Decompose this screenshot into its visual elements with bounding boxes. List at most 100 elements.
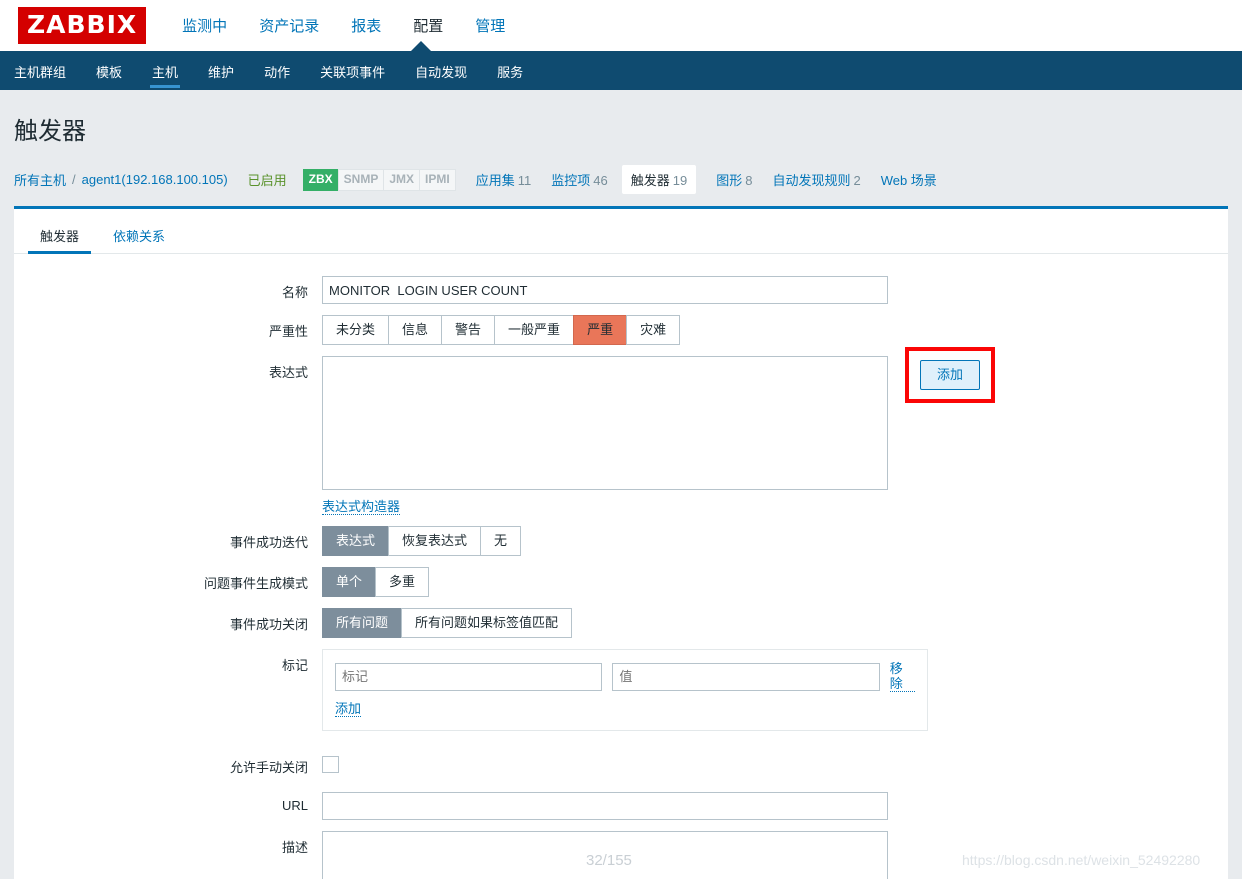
subnav-item-hosts[interactable]: 主机 <box>150 51 181 91</box>
url-input[interactable] <box>322 792 888 820</box>
problem-event-mode-option-single[interactable]: 单个 <box>322 567 376 597</box>
subnav-item-maintenance[interactable]: 维护 <box>206 51 236 91</box>
breadcrumb-separator: / <box>72 172 76 187</box>
tab-dependencies[interactable]: 依赖关系 <box>101 219 177 253</box>
interface-badge-ipmi: IPMI <box>419 168 456 191</box>
ok-event-option-recovery-expression[interactable]: 恢复表达式 <box>388 526 481 556</box>
breadcrumb-all-hosts[interactable]: 所有主机 <box>14 170 66 189</box>
form-row-ok-event-closes: 事件成功关闭 所有问题 所有问题如果标签值匹配 <box>14 608 1228 638</box>
tags-label: 标记 <box>281 658 308 673</box>
breadcrumb-triggers[interactable]: 触发器 19 <box>621 165 697 194</box>
problem-event-mode-radio-group: 单个 多重 <box>322 567 1228 597</box>
subnav-item-host-groups[interactable]: 主机群组 <box>12 51 68 91</box>
ok-event-closes-label: 事件成功关闭 <box>229 617 308 632</box>
zabbix-logo[interactable]: ZABBIX <box>18 7 147 44</box>
ok-event-closes-option-all-problems[interactable]: 所有问题 <box>322 608 402 638</box>
severity-option-average[interactable]: 一般严重 <box>494 315 574 345</box>
breadcrumb-discovery-rules-label: 自动发现规则 <box>772 173 851 188</box>
form-row-tags: 标记 移除 添加 <box>14 649 1228 731</box>
interface-badges: ZBX SNMP JMX IPMI <box>302 168 456 191</box>
breadcrumb-host-name[interactable]: agent1(192.168.100.105) <box>82 172 228 187</box>
ok-event-generation-label: 事件成功迭代 <box>229 535 308 550</box>
problem-event-mode-option-multiple[interactable]: 多重 <box>375 567 430 597</box>
tag-row: 移除 <box>335 661 915 692</box>
severity-option-disaster[interactable]: 灾难 <box>626 315 681 345</box>
breadcrumb-items-label: 监控项 <box>551 173 591 188</box>
host-status-badge[interactable]: 已启用 <box>248 170 287 189</box>
breadcrumb-graphs-label: 图形 <box>716 173 743 188</box>
subnav-item-templates[interactable]: 模板 <box>94 51 124 91</box>
description-label: 描述 <box>281 840 308 855</box>
breadcrumb-triggers-label: 触发器 <box>630 173 670 188</box>
expression-constructor-link[interactable]: 表达式构造器 <box>322 499 401 515</box>
tag-add-link[interactable]: 添加 <box>335 701 362 717</box>
subnav-item-discovery[interactable]: 自动发现 <box>413 51 469 91</box>
severity-option-high[interactable]: 严重 <box>573 315 627 345</box>
breadcrumb-graphs-count: 8 <box>745 173 753 188</box>
form-row-expression: 表达式 表达式构造器 添加 <box>14 347 1228 515</box>
form-row-severity: 严重性 未分类 信息 警告 一般严重 严重 灾难 <box>14 315 1228 345</box>
main-menu: 监测中 资产记录 报表 配置 管理 <box>180 11 507 40</box>
content-card: 触发器 依赖关系 名称 严重性 未分类 信息 警告 一般严重 严重 灾难 <box>14 206 1228 879</box>
breadcrumb-discovery-rules-count: 2 <box>853 173 861 188</box>
main-menu-item-inventory[interactable]: 资产记录 <box>257 11 321 40</box>
breadcrumb-triggers-count: 19 <box>672 173 688 188</box>
page-title-band: 触发器 <box>0 90 1242 159</box>
main-menu-item-administration[interactable]: 管理 <box>473 11 507 40</box>
breadcrumb-web-scenarios[interactable]: Web 场景 <box>881 170 937 189</box>
form-row-problem-event-generation-mode: 问题事件生成模式 单个 多重 <box>14 567 1228 597</box>
breadcrumb: 所有主机 / agent1(192.168.100.105) 已启用 ZBX S… <box>0 159 1242 206</box>
interface-badge-zbx: ZBX <box>302 168 338 191</box>
page-title: 触发器 <box>14 118 86 145</box>
allow-manual-close-checkbox[interactable] <box>322 756 339 773</box>
tab-bar: 触发器 依赖关系 <box>14 209 1228 254</box>
ok-event-closes-option-tag-match[interactable]: 所有问题如果标签值匹配 <box>401 608 573 638</box>
add-expression-area: 添加 <box>905 347 996 403</box>
url-label: URL <box>281 798 308 813</box>
description-textarea[interactable] <box>322 831 888 879</box>
problem-event-mode-label: 问题事件生成模式 <box>203 576 308 591</box>
tag-name-input[interactable] <box>335 662 603 691</box>
subnav-item-actions[interactable]: 动作 <box>262 51 292 91</box>
name-label: 名称 <box>281 285 308 300</box>
expression-textarea[interactable] <box>322 356 888 490</box>
main-menu-item-reports[interactable]: 报表 <box>349 11 383 40</box>
sub-navigation: 主机群组 模板 主机 维护 动作 关联项事件 自动发现 服务 <box>0 41 1242 91</box>
severity-radio-group: 未分类 信息 警告 一般严重 严重 灾难 <box>322 315 1228 345</box>
form-row-name: 名称 <box>14 276 1228 304</box>
interface-badge-jmx: JMX <box>383 168 420 191</box>
interface-badge-snmp: SNMP <box>337 168 384 191</box>
subnav-item-services[interactable]: 服务 <box>495 51 525 91</box>
severity-option-warning[interactable]: 警告 <box>441 315 495 345</box>
breadcrumb-items-count: 46 <box>593 173 608 188</box>
top-header: ZABBIX 监测中 资产记录 报表 配置 管理 <box>0 0 1242 51</box>
name-input[interactable] <box>322 276 888 304</box>
breadcrumb-applications[interactable]: 应用集 11 <box>476 170 532 189</box>
severity-option-not-classified[interactable]: 未分类 <box>322 315 389 345</box>
breadcrumb-web-scenarios-label: Web 场景 <box>880 173 937 188</box>
breadcrumb-graphs[interactable]: 图形 8 <box>716 170 752 189</box>
tag-remove-link[interactable]: 移除 <box>889 661 915 692</box>
breadcrumb-applications-count: 11 <box>517 173 532 188</box>
main-menu-item-configuration[interactable]: 配置 <box>411 11 445 40</box>
expression-label: 表达式 <box>268 365 308 380</box>
ok-event-closes-radio-group: 所有问题 所有问题如果标签值匹配 <box>322 608 1228 638</box>
form-row-url: URL <box>14 792 1228 820</box>
breadcrumb-items[interactable]: 监控项 46 <box>551 170 607 189</box>
main-menu-item-monitoring[interactable]: 监测中 <box>180 11 229 40</box>
subnav-item-correlation[interactable]: 关联项事件 <box>318 51 387 91</box>
trigger-form: 名称 严重性 未分类 信息 警告 一般严重 严重 灾难 表达式 <box>14 254 1228 879</box>
form-row-ok-event-generation: 事件成功迭代 表达式 恢复表达式 无 <box>14 526 1228 556</box>
tag-value-input[interactable] <box>612 662 880 691</box>
annotation-highlight-box: 添加 <box>905 347 996 403</box>
breadcrumb-applications-label: 应用集 <box>475 173 515 188</box>
tags-container: 移除 添加 <box>322 649 928 731</box>
add-expression-button[interactable]: 添加 <box>920 360 981 390</box>
form-row-description: 描述 <box>14 831 1228 879</box>
severity-option-information[interactable]: 信息 <box>388 315 442 345</box>
ok-event-option-none[interactable]: 无 <box>480 526 522 556</box>
form-row-allow-manual-close: 允许手动关闭 <box>14 751 1228 776</box>
ok-event-option-expression[interactable]: 表达式 <box>322 526 389 556</box>
breadcrumb-discovery-rules[interactable]: 自动发现规则 2 <box>772 170 860 189</box>
tab-trigger[interactable]: 触发器 <box>28 219 92 254</box>
